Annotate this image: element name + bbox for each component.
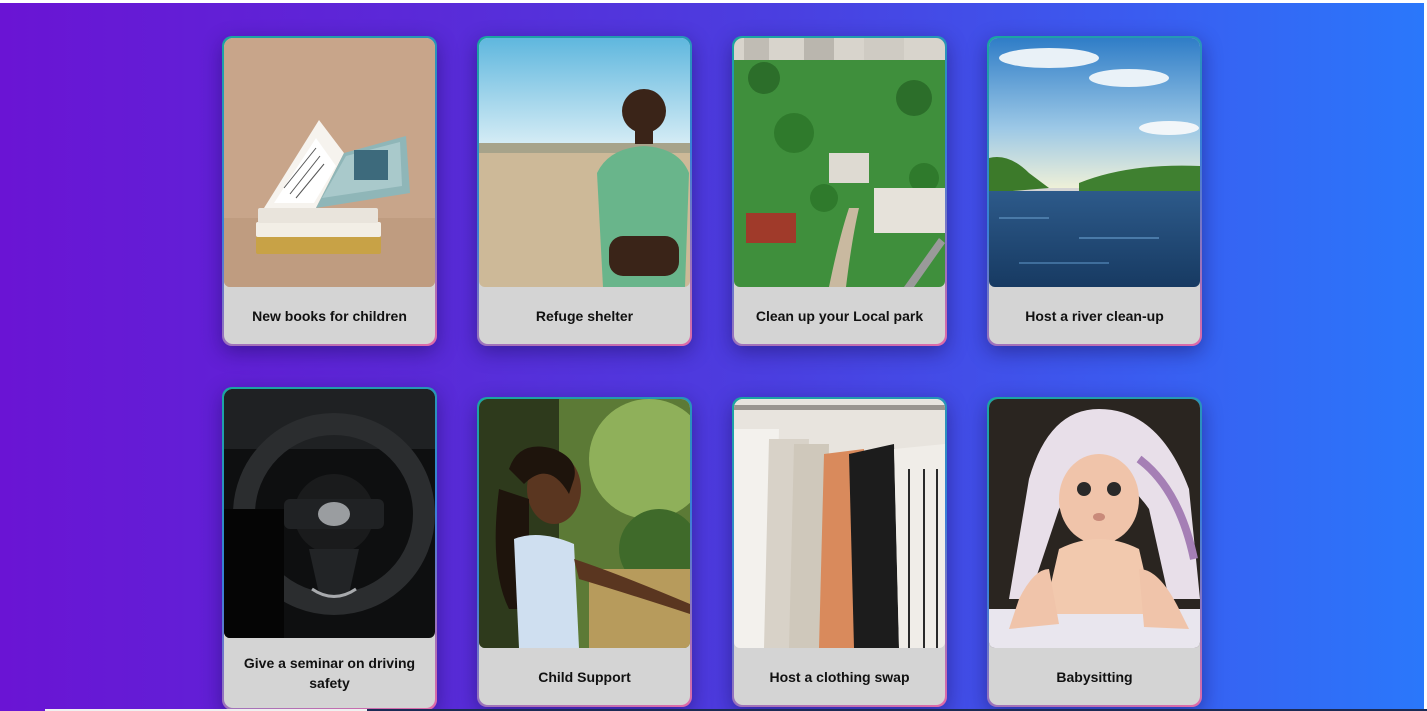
clothing-rack-photo [734,399,945,648]
activity-card[interactable]: New books for children [222,36,437,346]
boy-in-field-photo [479,38,690,287]
activity-card[interactable]: Give a seminar on driving safety [222,387,437,710]
activity-card[interactable]: Babysitting [987,397,1202,707]
card-title[interactable]: New books for children [224,287,435,344]
baby-photo [989,399,1200,648]
card-title[interactable]: Host a river clean-up [989,287,1200,344]
activity-card[interactable]: Host a river clean-up [987,36,1202,346]
open-books-photo [224,38,435,287]
card-title[interactable]: Child Support [479,648,690,705]
smiling-girl-photo [479,399,690,648]
card-title[interactable]: Give a seminar on driving safety [224,638,435,708]
card-title[interactable]: Refuge shelter [479,287,690,344]
activity-card-grid: New books for children Refuge shelter Cl… [0,0,1427,711]
steering-wheel-photo [224,389,435,638]
activity-card[interactable]: Child Support [477,397,692,707]
river-photo [989,38,1200,287]
card-title[interactable]: Clean up your Local park [734,287,945,344]
activity-card[interactable]: Clean up your Local park [732,36,947,346]
card-title[interactable]: Host a clothing swap [734,648,945,705]
aerial-park-photo [734,38,945,287]
activity-card[interactable]: Host a clothing swap [732,397,947,707]
activity-card[interactable]: Refuge shelter [477,36,692,346]
card-title[interactable]: Babysitting [989,648,1200,705]
